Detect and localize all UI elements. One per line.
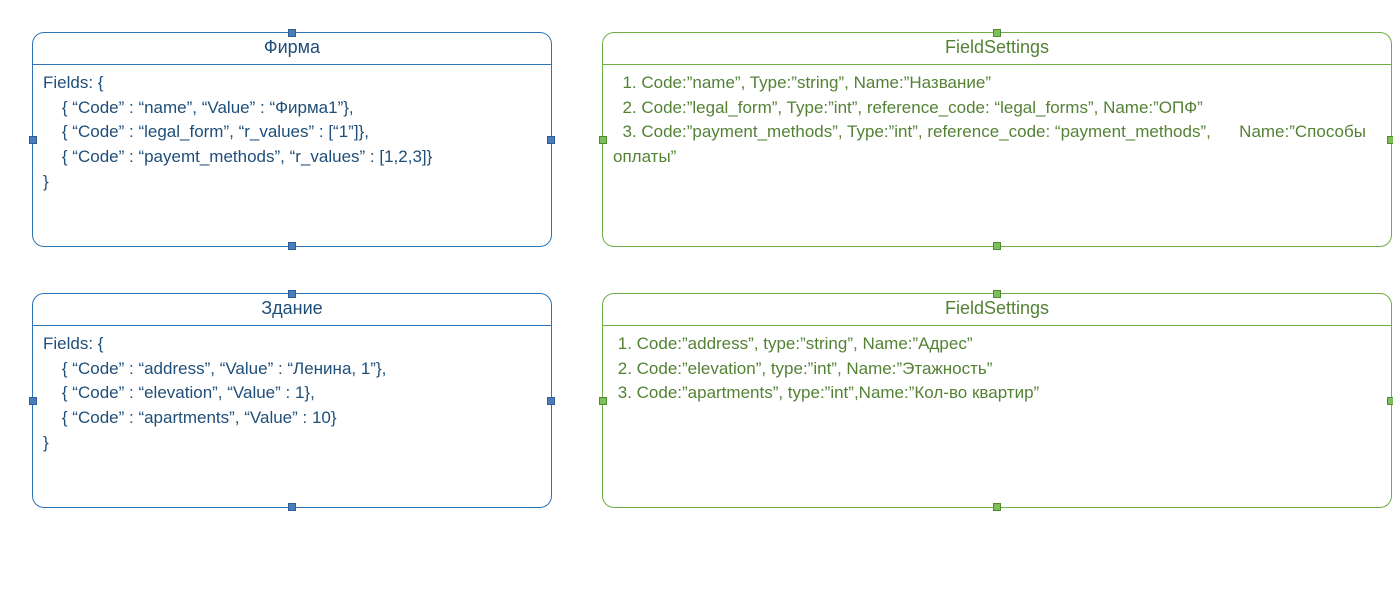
- entity-box-fieldsettings-2[interactable]: FieldSettings 1. Code:”address”, type:”s…: [602, 293, 1392, 508]
- entity-title: FieldSettings: [603, 33, 1391, 65]
- resize-handle-bottom[interactable]: [288, 242, 296, 250]
- resize-handle-top[interactable]: [993, 290, 1001, 298]
- entity-box-fieldsettings-1[interactable]: FieldSettings 1. Code:”name”, Type:”stri…: [602, 32, 1392, 247]
- entity-body: 1. Code:”address”, type:”string”, Name:”…: [603, 326, 1391, 414]
- resize-handle-right[interactable]: [547, 397, 555, 405]
- entity-box-firma[interactable]: Фирма Fields: { { “Code” : “name”, “Valu…: [32, 32, 552, 247]
- entity-title: Фирма: [33, 33, 551, 65]
- resize-handle-top[interactable]: [288, 290, 296, 298]
- resize-handle-top[interactable]: [993, 29, 1001, 37]
- resize-handle-right[interactable]: [1387, 136, 1393, 144]
- resize-handle-right[interactable]: [1387, 397, 1393, 405]
- resize-handle-bottom[interactable]: [993, 503, 1001, 511]
- resize-handle-bottom[interactable]: [288, 503, 296, 511]
- entity-title: FieldSettings: [603, 294, 1391, 326]
- entity-title: Здание: [33, 294, 551, 326]
- resize-handle-top[interactable]: [288, 29, 296, 37]
- resize-handle-left[interactable]: [599, 136, 607, 144]
- entity-box-zdanie[interactable]: Здание Fields: { { “Code” : “address”, “…: [32, 293, 552, 508]
- entity-body: Fields: { { “Code” : “address”, “Value” …: [33, 326, 551, 463]
- resize-handle-right[interactable]: [547, 136, 555, 144]
- diagram-canvas: Фирма Fields: { { “Code” : “name”, “Valu…: [20, 20, 1393, 569]
- resize-handle-left[interactable]: [599, 397, 607, 405]
- entity-body: 1. Code:”name”, Type:”string”, Name:”Наз…: [603, 65, 1391, 178]
- entity-body: Fields: { { “Code” : “name”, “Value” : “…: [33, 65, 551, 202]
- resize-handle-left[interactable]: [29, 136, 37, 144]
- resize-handle-left[interactable]: [29, 397, 37, 405]
- resize-handle-bottom[interactable]: [993, 242, 1001, 250]
